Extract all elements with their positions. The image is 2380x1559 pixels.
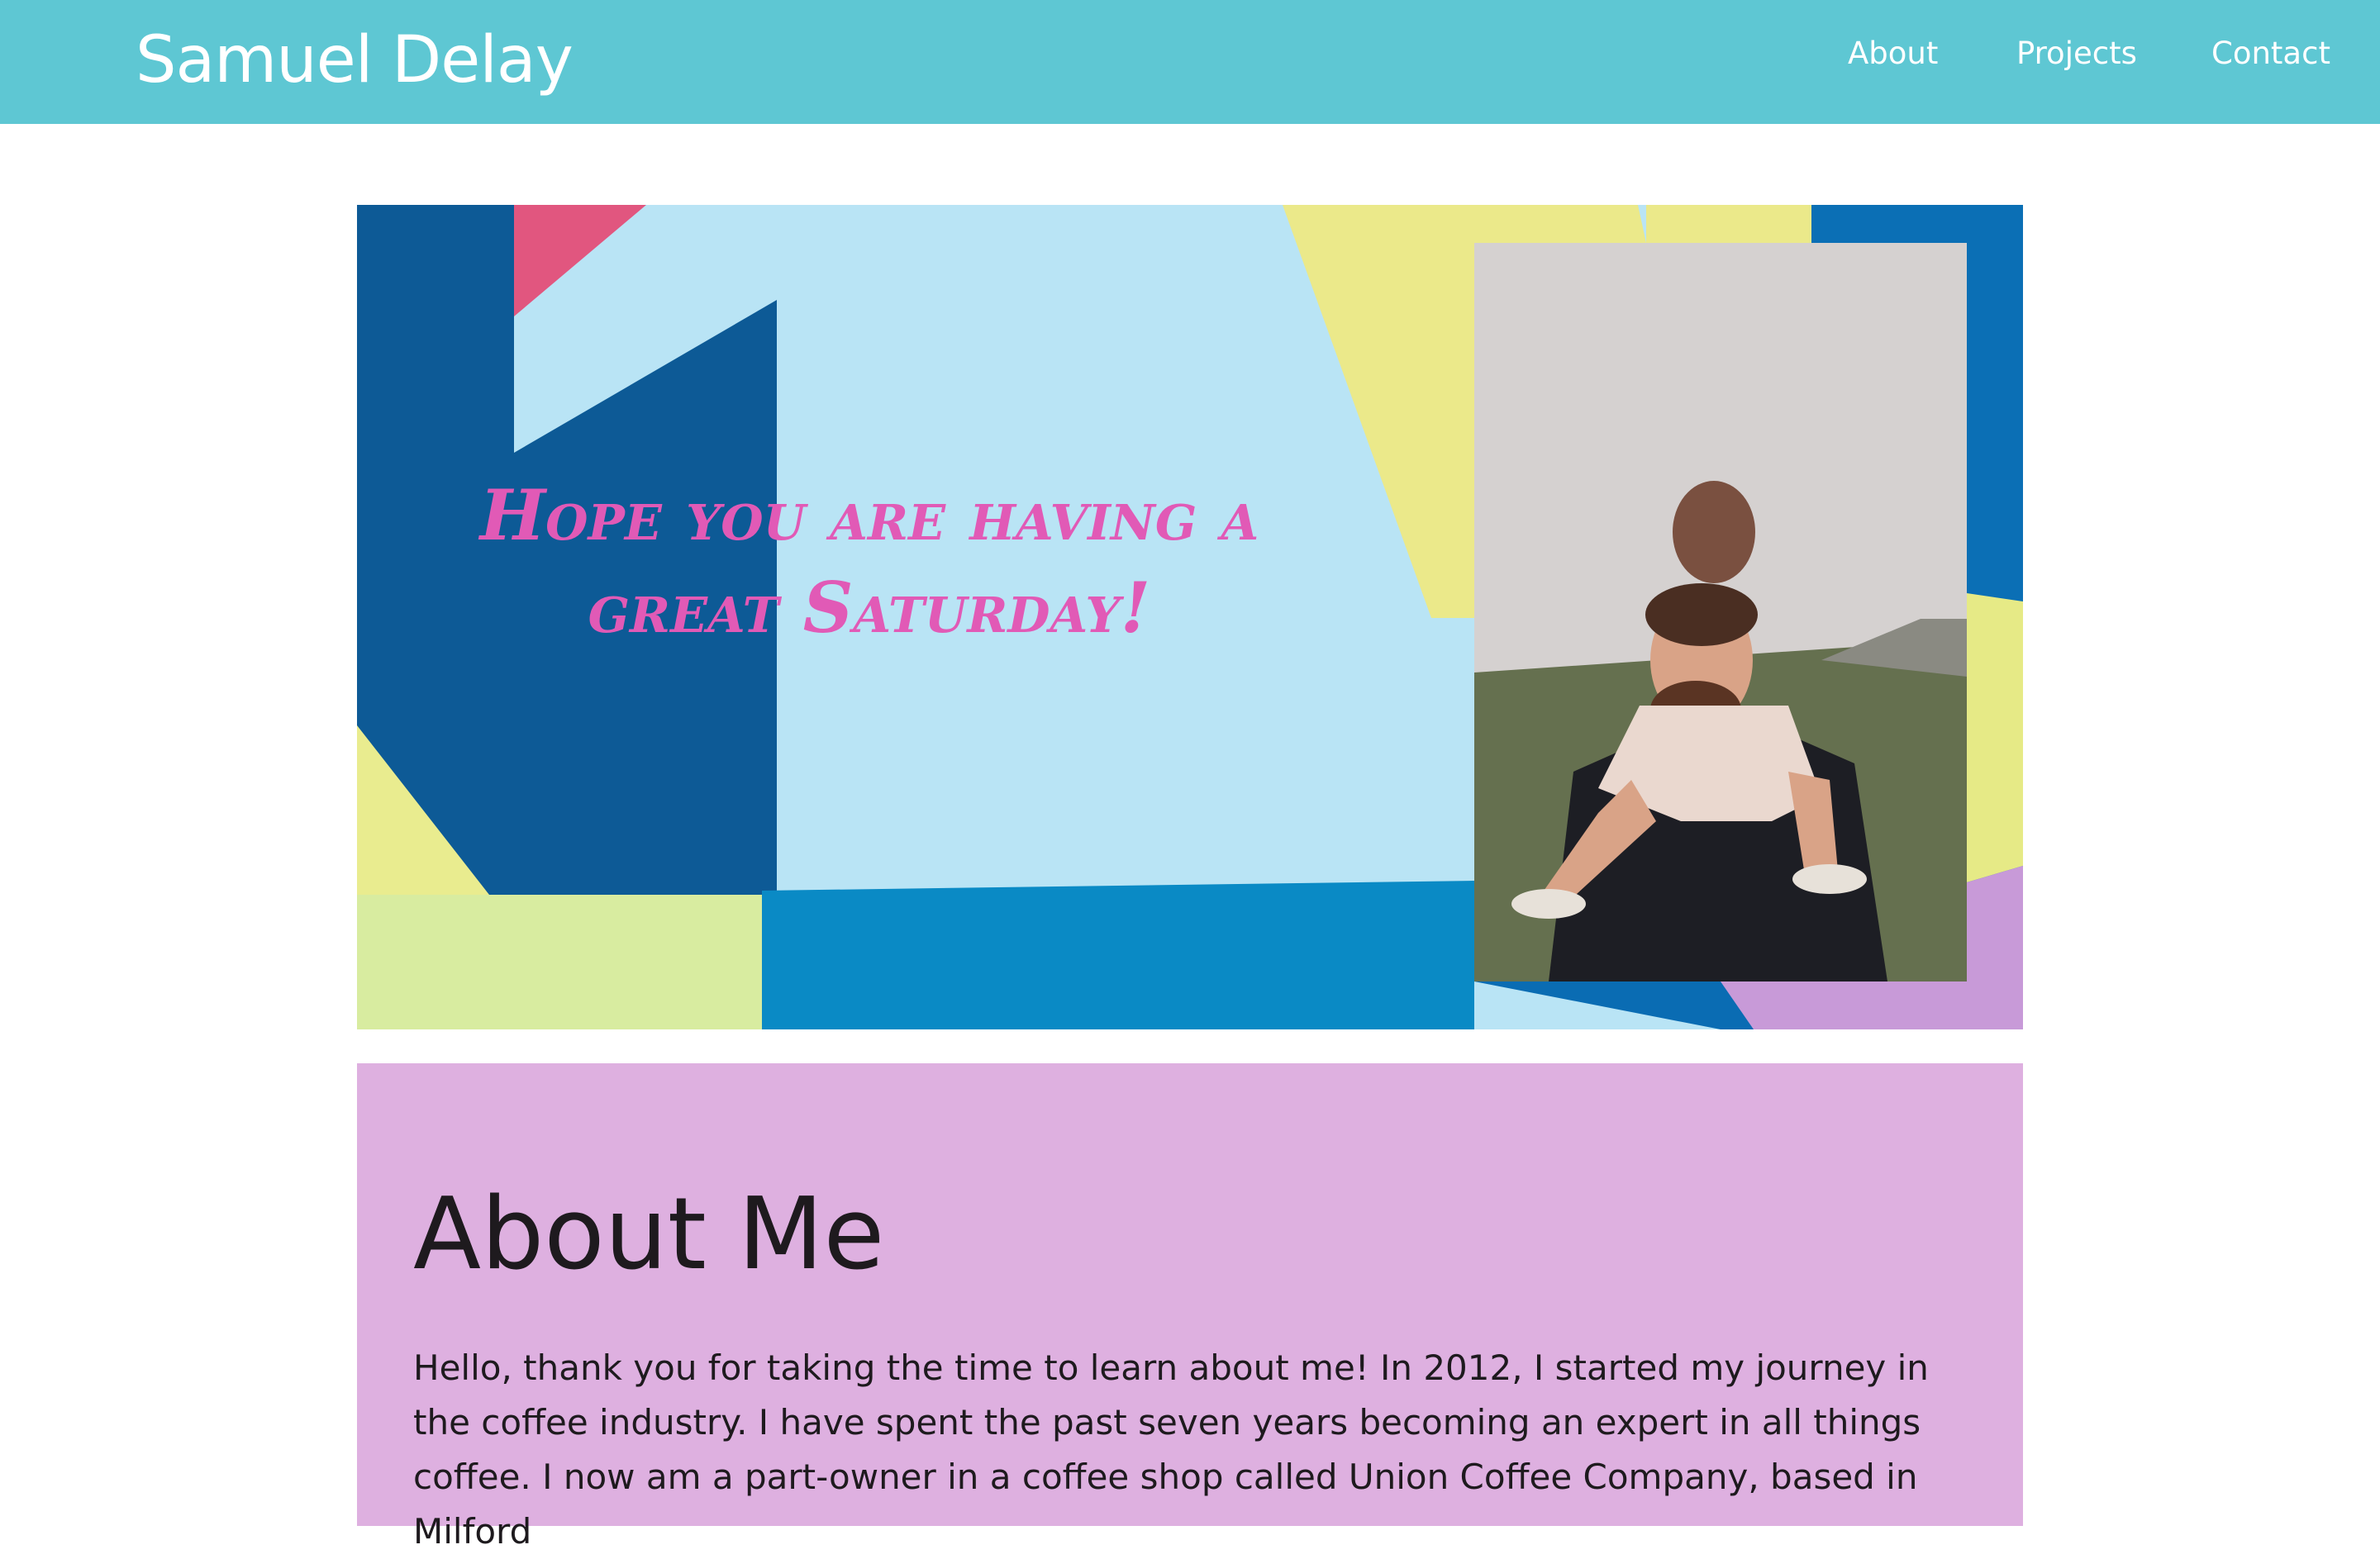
hero-banner: Hope you are having a great Saturday!	[357, 205, 2023, 1029]
site-header: Samuel Delay About Projects Contact	[0, 0, 2380, 124]
site-title[interactable]: Samuel Delay	[136, 15, 574, 106]
nav-link-projects[interactable]: Projects	[2016, 33, 2137, 74]
profile-photo	[1474, 243, 1967, 982]
nav-link-contact[interactable]: Contact	[2211, 33, 2330, 74]
person-with-child-on-shoulders-icon	[1474, 243, 1967, 982]
about-title: About Me	[413, 1177, 885, 1292]
about-body-text: Hello, thank you for taking the time to …	[413, 1347, 1929, 1552]
greeting-text: Hope you are having a great Saturday!	[479, 474, 1259, 649]
nav-link-about[interactable]: About	[1848, 33, 1938, 74]
about-section: About Me Hello, thank you for taking the…	[357, 1063, 2023, 1552]
